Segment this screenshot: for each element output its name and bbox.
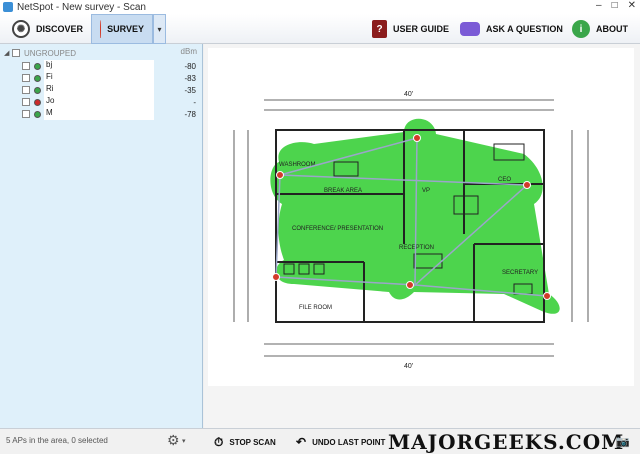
ap-summary-text: 5 APs in the area, 0 selected — [6, 436, 108, 445]
about-label: ABOUT — [596, 24, 628, 34]
ap-signal: -78 — [184, 109, 196, 119]
close-icon[interactable]: ✕ — [628, 0, 636, 11]
measurement-point-icon[interactable] — [523, 181, 531, 189]
settings-gear-icon[interactable]: ⚙ — [167, 432, 180, 449]
room-label-file-room: FILE ROOM — [299, 305, 332, 311]
status-bar: 5 APs in the area, 0 selected ⚙ ▾ ⏱ STOP… — [0, 428, 640, 454]
top-width-label: 40' — [404, 91, 413, 98]
settings-chevron-down-icon[interactable]: ▾ — [182, 437, 186, 445]
ap-status-dot-icon — [34, 98, 41, 106]
about-button[interactable]: i ABOUT — [564, 14, 636, 44]
user-guide-label: USER GUIDE — [393, 24, 450, 34]
ap-status-dot-icon — [34, 74, 41, 82]
floor-plan: 40' 40' WASHROOM BREAK AREA VP CEO CONFE… — [208, 48, 634, 386]
room-label-vp: VP — [422, 188, 430, 194]
chat-bubble-icon — [460, 22, 480, 36]
window-title: NetSpot - New survey - Scan — [17, 1, 146, 13]
survey-label: SURVEY — [107, 24, 144, 34]
ap-checkbox[interactable] — [22, 74, 30, 82]
measurement-point-icon[interactable] — [543, 292, 551, 300]
ap-row[interactable]: Jo - — [22, 96, 198, 108]
room-label-secretary: SECRETARY — [502, 270, 538, 276]
window-controls: – □ ✕ — [596, 0, 636, 11]
room-label-ceo: CEO — [498, 177, 511, 183]
measurement-point-icon[interactable] — [413, 134, 421, 142]
ap-checkbox[interactable] — [22, 62, 30, 70]
ap-name: Fi — [44, 72, 154, 84]
ap-signal: - — [193, 97, 196, 107]
room-label-reception: RECEPTION — [399, 245, 434, 251]
user-guide-button[interactable]: ? USER GUIDE — [364, 14, 457, 44]
ap-checkbox[interactable] — [22, 98, 30, 106]
bottom-width-label: 40' — [404, 363, 413, 370]
ap-row[interactable]: Fi -83 — [22, 72, 198, 84]
room-label-break-area: BREAK AREA — [324, 188, 362, 194]
survey-button[interactable]: SURVEY — [91, 14, 153, 44]
measurement-point-icon[interactable] — [276, 171, 284, 179]
measurement-point-icon[interactable] — [272, 273, 280, 281]
ap-status-dot-icon — [34, 62, 41, 70]
ap-row[interactable]: Ri -35 — [22, 84, 198, 96]
discover-icon: ✺ — [12, 20, 30, 38]
ap-row[interactable]: bj -80 — [22, 60, 198, 72]
camera-icon[interactable]: 📷 — [616, 435, 630, 448]
ap-signal: -35 — [184, 85, 196, 95]
undo-arrow-icon: ↶ — [296, 435, 307, 449]
ask-question-button[interactable]: ASK A QUESTION — [452, 14, 571, 44]
ap-name: M — [44, 108, 154, 120]
ap-status-dot-icon — [34, 86, 41, 94]
title-bar: NetSpot - New survey - Scan – □ ✕ — [0, 0, 640, 14]
maximize-icon[interactable]: □ — [612, 0, 618, 11]
book-icon: ? — [372, 20, 387, 38]
ap-name: Jo — [44, 96, 154, 108]
group-label: UNGROUPED — [24, 48, 77, 58]
ask-question-label: ASK A QUESTION — [486, 24, 563, 34]
stop-scan-button[interactable]: ⏱ STOP SCAN — [214, 433, 276, 451]
stopwatch-icon: ⏱ — [214, 434, 224, 449]
ap-row[interactable]: M -78 — [22, 108, 198, 120]
discover-label: DISCOVER — [36, 24, 84, 34]
majorgeeks-watermark: MAJORGEEKS.COM — [388, 430, 625, 454]
discover-button[interactable]: ✺ DISCOVER — [4, 14, 91, 44]
ap-checkbox[interactable] — [22, 110, 30, 118]
ap-group-ungrouped[interactable]: ◢ UNGROUPED dBm — [4, 47, 199, 59]
stop-scan-label: STOP SCAN — [229, 437, 276, 447]
ap-signal: -83 — [184, 73, 196, 83]
survey-canvas[interactable]: 40' 40' WASHROOM BREAK AREA VP CEO CONFE… — [204, 44, 640, 428]
measurement-point-icon[interactable] — [406, 281, 414, 289]
access-point-panel: ◢ UNGROUPED dBm bj -80 Fi -83 Ri -35 Jo - M -78 — [0, 44, 203, 428]
room-label-conference: CONFERENCE/ PRESENTATION — [292, 226, 383, 232]
ap-checkbox[interactable] — [22, 86, 30, 94]
survey-dropdown-chevron-icon[interactable]: ▾ — [153, 14, 166, 44]
map-pin-icon — [100, 20, 102, 38]
collapse-triangle-icon[interactable]: ◢ — [4, 49, 12, 57]
toolbar: ✺ DISCOVER SURVEY ▾ ? USER GUIDE ASK A Q… — [0, 14, 640, 44]
undo-label: UNDO LAST POINT — [312, 437, 386, 447]
ap-status-dot-icon — [34, 110, 41, 118]
group-checkbox[interactable] — [12, 49, 20, 57]
ap-name: bj — [44, 60, 154, 72]
netspot-app-icon — [3, 2, 13, 12]
undo-last-point-button[interactable]: ↶ UNDO LAST POINT — [296, 433, 385, 451]
signal-header: dBm — [180, 47, 197, 56]
ap-signal: -80 — [184, 61, 196, 71]
ap-name: Ri — [44, 84, 154, 96]
minimize-icon[interactable]: – — [596, 0, 602, 11]
info-icon: i — [572, 20, 590, 38]
